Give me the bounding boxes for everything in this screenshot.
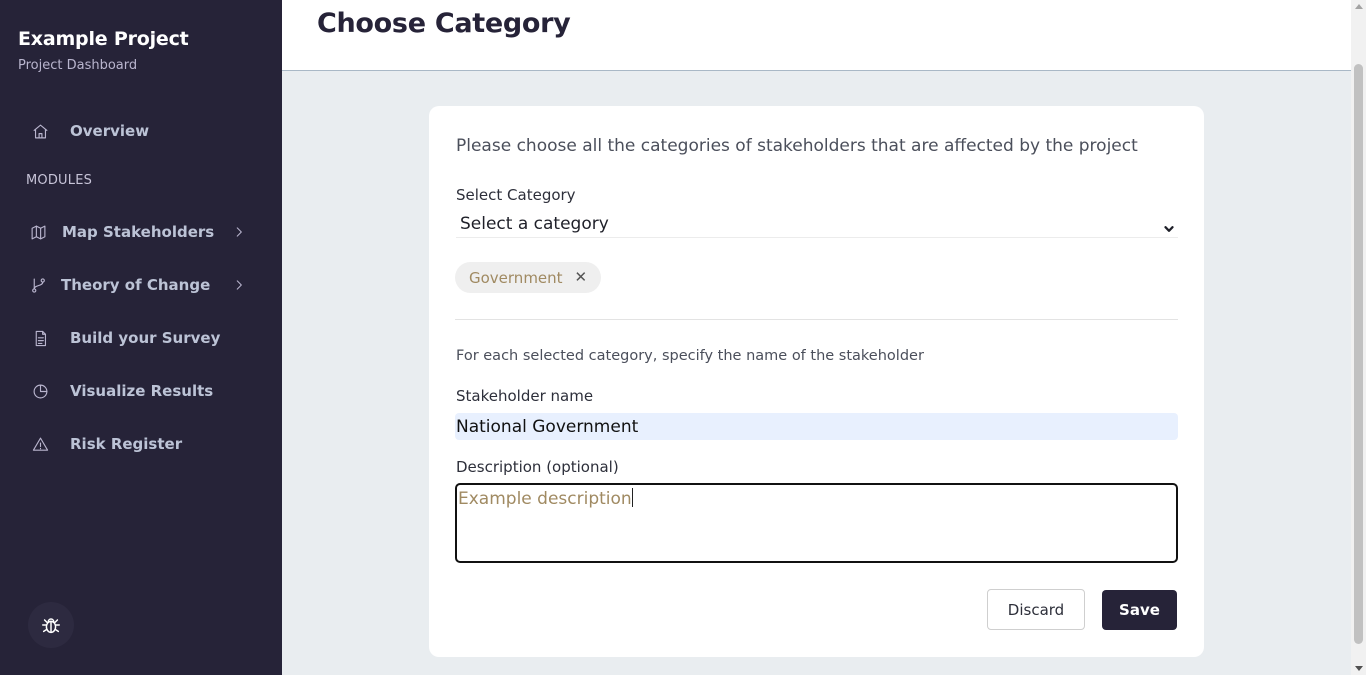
- page-header: Choose Category: [282, 0, 1351, 71]
- sidebar-item-label: Map Stakeholders: [62, 223, 215, 241]
- stakeholder-hint: For each selected category, specify the …: [456, 348, 924, 364]
- sidebar-item-label: Visualize Results: [70, 382, 214, 400]
- sidebar-item-risk-register[interactable]: Risk Register: [26, 427, 256, 461]
- project-subtitle: Project Dashboard: [18, 58, 138, 73]
- category-label: Select Category: [456, 186, 576, 204]
- home-icon: [32, 121, 60, 141]
- sidebar-item-visualize-results[interactable]: Visualize Results: [26, 374, 256, 408]
- page-title: Choose Category: [317, 8, 571, 39]
- divider: [455, 319, 1178, 320]
- sidebar: Example Project Project Dashboard Overvi…: [0, 0, 282, 675]
- page-scrollbar[interactable]: [1351, 0, 1366, 675]
- sidebar-item-overview[interactable]: Overview: [26, 114, 256, 148]
- sidebar-item-build-your-survey[interactable]: Build your Survey: [26, 321, 256, 355]
- scroll-down-arrow-icon[interactable]: [1355, 666, 1363, 671]
- map-icon: [30, 222, 58, 242]
- pie-chart-icon: [32, 381, 60, 401]
- discard-button[interactable]: Discard: [987, 589, 1085, 630]
- sidebar-item-map-stakeholders[interactable]: Map Stakeholders: [26, 215, 256, 249]
- warning-triangle-icon: [32, 434, 60, 454]
- sidebar-item-theory-of-change[interactable]: Theory of Change: [26, 268, 256, 302]
- scroll-up-arrow-icon[interactable]: [1355, 4, 1363, 9]
- sidebar-item-label: Risk Register: [70, 435, 183, 453]
- scrollbar-thumb[interactable]: [1354, 64, 1363, 644]
- description-label: Description (optional): [456, 458, 619, 476]
- stakeholder-name-input[interactable]: National Government: [455, 413, 1178, 440]
- chip-label: Government: [469, 268, 563, 287]
- document-icon: [32, 328, 60, 348]
- text-cursor: [631, 488, 633, 507]
- project-name: Example Project: [18, 28, 189, 50]
- chevron-right-icon: [232, 224, 246, 238]
- chevron-down-icon: [1164, 219, 1174, 232]
- sidebar-item-label: Build your Survey: [70, 329, 221, 347]
- stakeholder-name-label: Stakeholder name: [456, 387, 594, 405]
- category-form-card: Please choose all the categories of stak…: [429, 106, 1204, 657]
- category-select[interactable]: Select a category: [456, 210, 1178, 238]
- sidebar-item-label: Overview: [70, 122, 150, 140]
- debug-button[interactable]: [28, 602, 74, 648]
- description-placeholder: Example description: [458, 489, 632, 509]
- intro-text: Please choose all the categories of stak…: [456, 136, 1138, 156]
- git-branch-icon: [30, 275, 58, 295]
- save-button[interactable]: Save: [1102, 590, 1177, 630]
- bug-icon: [40, 614, 62, 636]
- description-textarea[interactable]: Example description: [455, 483, 1178, 563]
- chevron-right-icon: [232, 277, 246, 291]
- sidebar-item-label: Theory of Change: [61, 276, 211, 294]
- category-chip-government: Government ✕: [455, 262, 602, 293]
- modules-heading: MODULES: [26, 173, 93, 188]
- category-select-value: Select a category: [460, 213, 609, 234]
- remove-chip-icon[interactable]: ✕: [575, 270, 588, 285]
